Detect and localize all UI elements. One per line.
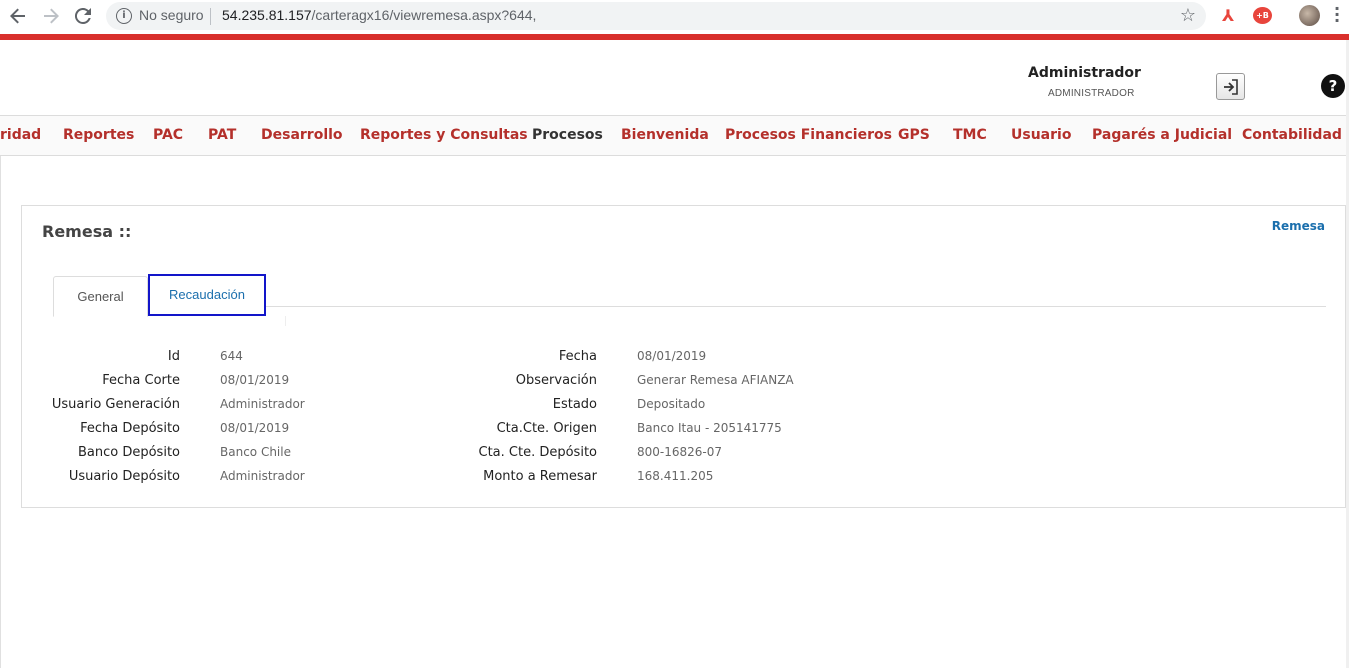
label-fecha: Fecha	[558, 349, 597, 364]
forward-button[interactable]	[39, 4, 63, 28]
label-id: Id	[167, 349, 180, 364]
tab-recaudacion[interactable]: Recaudación	[148, 274, 266, 316]
value-banco-deposito: Banco Chile	[220, 445, 291, 459]
star-icon[interactable]: ☆	[1180, 5, 1196, 26]
browser-menu-icon[interactable]: · · ·	[1334, 1, 1340, 29]
value-cta-cte-origen: Banco Itau - 205141775	[637, 421, 782, 435]
arrow-right-icon	[44, 8, 59, 24]
value-fecha: 08/01/2019	[637, 349, 707, 363]
menu-item-reportes[interactable]: Reportes	[63, 127, 134, 143]
arrow-left-icon	[10, 8, 25, 24]
label-fecha-deposito: Fecha Depósito	[80, 421, 180, 436]
menu-item-procesos[interactable]: Procesos	[532, 127, 603, 143]
menu-item-desarrollo[interactable]: Desarrollo	[261, 127, 343, 143]
address-bar[interactable]: i No seguro 54.235.81.157/carteragx16/vi…	[106, 2, 1206, 30]
remesa-link[interactable]: Remesa	[1272, 219, 1325, 233]
label-fecha-corte: Fecha Corte	[102, 373, 180, 388]
menu-item-pat[interactable]: PAT	[208, 127, 236, 143]
value-estado: Depositado	[637, 397, 706, 411]
back-button[interactable]	[6, 4, 30, 28]
menu-item-seguridad[interactable]: ridad	[0, 127, 41, 143]
logout-icon	[1223, 78, 1238, 95]
label-monto-a-remesar: Monto a Remesar	[483, 469, 597, 484]
label-usuario-generacion: Usuario Generación	[51, 397, 180, 412]
pdf-extension-icon[interactable]: ⅄	[1222, 7, 1238, 25]
menu-item-tmc[interactable]: TMC	[953, 127, 987, 143]
value-fecha-corte: 08/01/2019	[220, 373, 290, 387]
url-host: 54.235.81.157	[222, 7, 312, 23]
menu-item-bienvenida[interactable]: Bienvenida	[621, 127, 709, 143]
reload-icon	[75, 8, 91, 24]
profile-avatar[interactable]	[1299, 5, 1320, 26]
value-id: 644	[220, 349, 243, 363]
url-path: /carteragx16/viewremesa.aspx?644,	[311, 7, 537, 23]
value-cta-cte-deposito: 800-16826-07	[637, 445, 723, 459]
label-observacion: Observación	[515, 373, 597, 388]
menu-item-gps[interactable]: GPS	[898, 127, 930, 143]
content-left-border	[0, 156, 1, 668]
user-role: ADMINISTRADOR	[1048, 88, 1135, 99]
page-title: Remesa ::	[42, 222, 132, 241]
menu-item-reportes-y-consultas[interactable]: Reportes y Consultas	[360, 127, 528, 143]
security-label[interactable]: No seguro	[139, 7, 204, 23]
main-menu: ridad Reportes PAC PAT Desarrollo Report…	[0, 115, 1346, 156]
value-monto-a-remesar: 168.411.205	[637, 469, 714, 483]
tab-general[interactable]: General	[53, 276, 148, 317]
reload-button[interactable]	[71, 4, 95, 28]
user-name: Administrador	[1028, 65, 1141, 81]
label-estado: Estado	[552, 397, 597, 412]
value-fecha-deposito: 08/01/2019	[220, 421, 290, 435]
url-text[interactable]: 54.235.81.157/carteragx16/viewremesa.asp…	[222, 7, 536, 23]
menu-item-contabilidad[interactable]: Contabilidad	[1242, 127, 1342, 143]
label-cta-cte-origen: Cta.Cte. Origen	[496, 421, 597, 436]
label-usuario-deposito: Usuario Depósito	[68, 469, 180, 484]
help-icon[interactable]: ?	[1321, 74, 1345, 98]
menu-item-usuario[interactable]: Usuario	[1011, 127, 1071, 143]
value-observacion: Generar Remesa AFIANZA	[637, 373, 794, 387]
value-usuario-generacion: Administrador	[220, 397, 305, 411]
menu-item-procesos-financieros[interactable]: Procesos Financieros	[725, 127, 892, 143]
label-banco-deposito: Banco Depósito	[77, 445, 180, 460]
tab-edge	[148, 316, 286, 326]
remesa-panel: Remesa :: Remesa General Recaudación Id …	[21, 205, 1346, 508]
info-icon[interactable]: i	[116, 8, 132, 24]
header-accent-stripe	[0, 34, 1349, 40]
menu-item-pagares-judicial[interactable]: Pagarés a Judicial	[1092, 127, 1232, 143]
extension-badge-icon[interactable]: +B	[1253, 7, 1272, 24]
omnibox-divider	[210, 8, 211, 25]
label-cta-cte-deposito: Cta. Cte. Depósito	[478, 445, 598, 460]
value-usuario-deposito: Administrador	[220, 469, 305, 483]
browser-toolbar: i No seguro 54.235.81.157/carteragx16/vi…	[0, 0, 1349, 33]
logout-button[interactable]	[1216, 73, 1245, 100]
menu-item-pac[interactable]: PAC	[153, 127, 183, 143]
